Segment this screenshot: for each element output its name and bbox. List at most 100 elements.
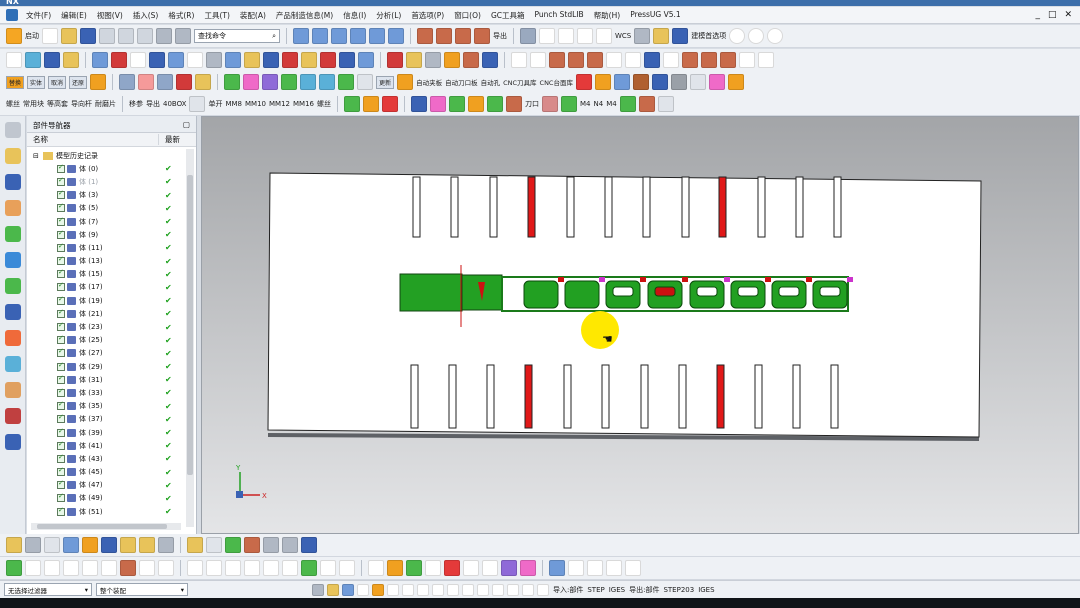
standard-part-button[interactable]: 螺丝 [6,99,20,109]
sketch-tool-icon[interactable] [444,560,460,576]
wcs-button[interactable]: WCS [615,32,631,40]
cut-icon[interactable] [176,74,193,90]
visibility-checkbox[interactable] [57,506,65,516]
navigator-body-row[interactable]: 体 (9) ✔ [27,228,185,241]
pilot-icon[interactable] [319,74,336,90]
command-search-input[interactable]: 查找命令 ⌕ [194,29,280,43]
curve-icon[interactable] [417,28,433,44]
history-icon[interactable] [4,304,21,320]
menu-item[interactable]: 工具(T) [199,10,234,21]
snap-point-icon[interactable] [312,583,324,596]
sketch-tool-icon[interactable] [520,560,536,576]
menu-item[interactable]: 插入(S) [128,10,164,21]
die-slot[interactable] [642,176,651,238]
standard-part-button[interactable]: 导出 [146,99,160,109]
cnc-tool-lib-button[interactable]: CNC刀具库 [503,77,536,87]
navigator-body-row[interactable]: 体 (21) ✔ [27,307,185,320]
sketch-tool-icon[interactable] [206,560,222,576]
constraint-navigator-icon[interactable] [4,200,21,216]
view-tool-icon[interactable] [25,537,41,553]
feature-tool-icon[interactable] [463,52,479,68]
navigator-body-row[interactable]: 体 (7) ✔ [27,215,185,228]
sketch-tool-icon[interactable] [425,560,441,576]
auto-icon[interactable] [397,74,414,90]
navigator-body-row[interactable]: 体 (47) ✔ [27,479,185,492]
feature-tool-icon[interactable] [568,52,584,68]
import-part-button[interactable]: 导入:部件 [553,585,583,595]
feature-tool-icon[interactable] [606,52,622,68]
standard-part-icon[interactable] [189,96,206,112]
strip-station-part[interactable] [564,280,600,309]
export-part-button[interactable]: 导出:部件 [629,585,659,595]
die-slot[interactable] [833,176,842,238]
die-slot[interactable] [450,176,459,238]
sketch-tool-icon[interactable] [6,560,22,576]
feature-tool-icon[interactable] [339,52,355,68]
standard-part-icon[interactable] [344,96,360,112]
snap-point-icon[interactable] [462,583,474,596]
feature-tool-icon[interactable] [425,52,441,68]
view-tool-icon[interactable] [139,537,155,553]
view-tool-icon[interactable] [244,537,260,553]
sketch-tool-icon[interactable] [244,560,260,576]
visibility-checkbox[interactable] [57,268,65,279]
circle-3pt-icon[interactable] [767,28,784,44]
menu-item[interactable]: Punch StdLIB [530,10,589,21]
view-tool-icon[interactable] [63,537,79,553]
feature-tool-icon[interactable] [358,52,374,68]
standard-part-button[interactable]: 刀口 [525,99,539,109]
sketch-tool-icon[interactable] [387,560,403,576]
standard-part-icon[interactable] [411,96,427,112]
die-slot-red[interactable] [527,176,536,238]
sketch-tool-icon[interactable] [406,560,422,576]
menu-item[interactable]: 编辑(E) [56,10,92,21]
navigator-body-row[interactable]: 体 (27) ✔ [27,347,185,360]
frame-icon[interactable] [596,28,612,44]
view-tool-icon[interactable] [120,537,136,553]
sketch-tool-icon[interactable] [139,560,155,576]
navigator-body-row[interactable]: 体 (11) ✔ [27,241,185,254]
die-slot[interactable] [489,176,498,238]
restore-button[interactable]: 还原 [69,75,88,89]
sketch-tool-icon[interactable] [225,560,241,576]
die-slot[interactable] [754,364,763,429]
measure-icon[interactable] [634,28,651,44]
import-step-button[interactable]: STEP [587,586,604,594]
die-slot[interactable] [795,176,804,238]
feature-tool-icon[interactable] [682,52,698,68]
sketch-tool-icon[interactable] [463,560,479,576]
navigator-body-row[interactable]: 体 (33) ✔ [27,386,185,399]
hook-icon[interactable] [689,74,706,90]
feature-tool-icon[interactable] [130,52,146,68]
standard-part-button[interactable]: 耐磨片 [95,99,116,109]
standard-part-icon[interactable] [561,96,577,112]
die-slot[interactable] [604,176,613,238]
snap-point-icon[interactable] [402,583,414,596]
update-button[interactable]: 更新 [376,75,395,89]
snap-point-icon[interactable] [507,583,519,596]
close-button[interactable]: ✕ [1064,10,1072,20]
navigator-body-row[interactable]: 体 (19) ✔ [27,294,185,307]
feature-tool-icon[interactable] [206,52,222,68]
point-icon[interactable] [539,28,555,44]
snap-point-icon[interactable] [357,583,369,596]
sketch-tool-icon[interactable] [63,560,79,576]
feature-tool-icon[interactable] [444,52,460,68]
standard-part-icon[interactable] [487,96,503,112]
stripper-icon[interactable] [300,74,317,90]
navigator-body-row[interactable]: 体 (43) ✔ [27,452,185,465]
sketch-tool-icon[interactable] [482,560,498,576]
view-tool-icon[interactable] [158,537,174,553]
export-iges-button[interactable]: IGES [698,586,714,594]
standard-part-icon[interactable] [542,96,558,112]
die-slot-red[interactable] [718,176,727,238]
selection-scope-dropdown[interactable]: 整个装配 ▾ [96,583,188,596]
navigator-body-row[interactable]: 体 (1) ✔ [27,175,185,188]
export-menu-button[interactable]: 导出 [493,31,507,41]
book-icon[interactable] [4,408,21,424]
visibility-checkbox[interactable] [57,453,65,463]
feature-tool-icon[interactable] [511,52,527,68]
standard-part-icon[interactable] [430,96,446,112]
visibility-checkbox[interactable] [57,400,65,411]
navigator-hscrollbar[interactable] [31,523,181,530]
